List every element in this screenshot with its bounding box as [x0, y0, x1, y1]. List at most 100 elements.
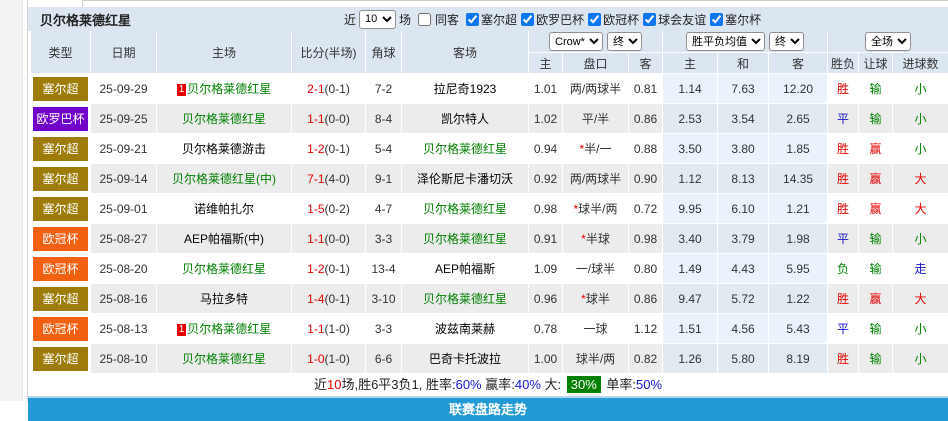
full-time-score[interactable]: 1-0: [307, 352, 324, 366]
league-filter-list: 塞尔超 欧罗巴杯 欧冠杯 球会友谊 塞尔杯: [462, 11, 761, 28]
home-team-link[interactable]: 1 贝尔格莱德红星: [157, 74, 292, 104]
league-filter-item[interactable]: 球会友谊: [639, 11, 706, 28]
score-cell[interactable]: 7-1(4-0): [292, 164, 366, 194]
league-filter-item[interactable]: 塞尔超: [462, 11, 517, 28]
full-time-score[interactable]: 1-1: [307, 112, 324, 126]
away-team-link[interactable]: 泽伦斯尼卡潘切沃: [402, 164, 529, 194]
lose-odds: 2.65: [769, 104, 829, 134]
odds-avg-select[interactable]: 胜平负均值: [686, 32, 766, 51]
games-label: 场: [399, 12, 412, 27]
table-row: 塞尔超 25-08-16 马拉多特 1-4(0-1) 3-10 贝尔格莱德红星 …: [31, 284, 948, 314]
scope-select[interactable]: 全场: [865, 32, 912, 51]
home-team-link[interactable]: AEP帕福斯(中): [157, 224, 292, 254]
col-score: 比分(半场): [292, 31, 366, 74]
league-filter-checkbox[interactable]: [521, 12, 535, 26]
league-filter-item[interactable]: 欧罗巴杯: [517, 11, 584, 28]
home-team-link[interactable]: 贝尔格莱德红星(中): [157, 164, 292, 194]
full-time-score[interactable]: 2-1: [307, 82, 324, 96]
match-date: 25-08-16: [91, 284, 157, 314]
lose-odds: 5.43: [769, 314, 829, 344]
lose-odds: 1.22: [769, 284, 829, 314]
summary-segment: 场,胜6平3负1, 胜率:: [341, 377, 456, 392]
full-time-score[interactable]: 1-1: [307, 232, 324, 246]
full-time-score[interactable]: 1-5: [307, 202, 324, 216]
bookmaker-stage-select[interactable]: 终: [607, 32, 643, 51]
same-away-checkbox[interactable]: [418, 12, 432, 26]
table-row: 塞尔超 25-09-14 贝尔格莱德红星(中) 7-1(4-0) 9-1 泽伦斯…: [31, 164, 948, 194]
away-team-link[interactable]: 贝尔格莱德红星: [402, 224, 529, 254]
col-away: 客场: [402, 31, 529, 74]
handicap-result-indicator: 赢: [859, 134, 894, 164]
score-cell[interactable]: 1-2(0-1): [292, 134, 366, 164]
league-filter-checkbox[interactable]: [643, 12, 657, 26]
full-time-score[interactable]: 1-2: [307, 262, 324, 276]
page: 贝尔格莱德红星 近 10 场 同客 塞尔超 欧罗巴杯 欧冠杯 球会友谊 塞尔杯: [0, 0, 948, 421]
handicap-away-odds: 0.81: [629, 74, 664, 104]
odds-stage-select[interactable]: 终: [769, 32, 805, 51]
league-filter-checkbox[interactable]: [466, 12, 480, 26]
win-odds: 3.50: [663, 134, 719, 164]
result-indicator: 胜: [828, 194, 860, 224]
draw-odds: 7.63: [718, 74, 770, 104]
lose-odds: 1.98: [769, 224, 829, 254]
home-team-link[interactable]: 贝尔格莱德红星: [157, 104, 292, 134]
league-filter-label: 球会友谊: [658, 12, 707, 27]
handicap-result-indicator: 赢: [859, 284, 894, 314]
score-cell[interactable]: 1-0(1-0): [292, 344, 366, 374]
lose-odds: 1.21: [769, 194, 829, 224]
score-cell[interactable]: 1-1(0-0): [292, 104, 366, 134]
match-date: 25-08-10: [91, 344, 157, 374]
full-time-score[interactable]: 1-1: [307, 322, 324, 336]
table-row: 塞尔超 25-09-21 贝尔格莱德游击 1-2(0-1) 5-4 贝尔格莱德红…: [31, 134, 948, 164]
away-team-link[interactable]: AEP帕福斯: [402, 254, 529, 284]
corner-count: 3-3: [366, 314, 402, 344]
col-odds-lose: 客: [769, 53, 829, 74]
goals-indicator: 小: [893, 344, 948, 374]
result-indicator: 胜: [828, 164, 860, 194]
table-row: 欧冠杯 25-08-20 贝尔格莱德红星 1-2(0-1) 13-4 AEP帕福…: [31, 254, 948, 284]
full-time-score[interactable]: 7-1: [307, 172, 324, 186]
score-cell[interactable]: 1-1(0-0): [292, 224, 366, 254]
divider-line: [82, 0, 83, 7]
home-team-link[interactable]: 贝尔格莱德红星: [157, 344, 292, 374]
corner-count: 7-2: [366, 74, 402, 104]
away-team-link[interactable]: 贝尔格莱德红星: [402, 194, 529, 224]
score-cell[interactable]: 1-5(0-2): [292, 194, 366, 224]
scope-selector-group: 全场: [828, 31, 948, 53]
league-filter-label: 欧罗巴杯: [536, 12, 585, 27]
home-team-link[interactable]: 贝尔格莱德游击: [157, 134, 292, 164]
full-time-score[interactable]: 1-4: [307, 292, 324, 306]
away-team-link[interactable]: 凯尔特人: [402, 104, 529, 134]
col-odds-win: 主: [663, 53, 719, 74]
away-team-link[interactable]: 拉尼奇1923: [402, 74, 529, 104]
half-time-score: (4-0): [324, 171, 350, 186]
home-team-link[interactable]: 贝尔格莱德红星: [157, 254, 292, 284]
table-row: 欧冠杯 25-08-13 1 贝尔格莱德红星 1-1(1-0) 3-3 波兹南莱赫…: [31, 314, 948, 344]
match-date: 25-09-14: [91, 164, 157, 194]
score-cell[interactable]: 1-2(0-1): [292, 254, 366, 284]
away-team-link[interactable]: 巴奇卡托波拉: [402, 344, 529, 374]
away-team-link[interactable]: 贝尔格莱德红星: [402, 134, 529, 164]
score-cell[interactable]: 1-4(0-1): [292, 284, 366, 314]
result-indicator: 胜: [828, 134, 860, 164]
league-filter-checkbox[interactable]: [710, 12, 724, 26]
home-team-link[interactable]: 马拉多特: [157, 284, 292, 314]
draw-odds: 3.54: [718, 104, 770, 134]
away-team-link[interactable]: 波兹南莱赫: [402, 314, 529, 344]
table-row: 塞尔超 25-08-10 贝尔格莱德红星 1-0(1-0) 6-6 巴奇卡托波拉…: [31, 344, 948, 374]
full-time-score[interactable]: 1-2: [307, 142, 324, 156]
win-odds: 2.53: [663, 104, 719, 134]
score-cell[interactable]: 1-1(1-0): [292, 314, 366, 344]
bookmaker-select[interactable]: Crow*: [549, 32, 604, 51]
score-cell[interactable]: 2-1(0-1): [292, 74, 366, 104]
home-team-link[interactable]: 诺维帕扎尔: [157, 194, 292, 224]
league-filter-checkbox[interactable]: [588, 12, 602, 26]
league-filter-item[interactable]: 塞尔杯: [706, 11, 761, 28]
away-team-link[interactable]: 贝尔格莱德红星: [402, 284, 529, 314]
handicap-away-odds: 0.86: [629, 104, 664, 134]
corner-count: 13-4: [366, 254, 402, 284]
league-filter-item[interactable]: 欧冠杯: [584, 11, 639, 28]
home-team-link[interactable]: 1 贝尔格莱德红星: [157, 314, 292, 344]
games-count-select[interactable]: 10: [359, 9, 397, 29]
summary-segment: 50%: [636, 377, 663, 392]
